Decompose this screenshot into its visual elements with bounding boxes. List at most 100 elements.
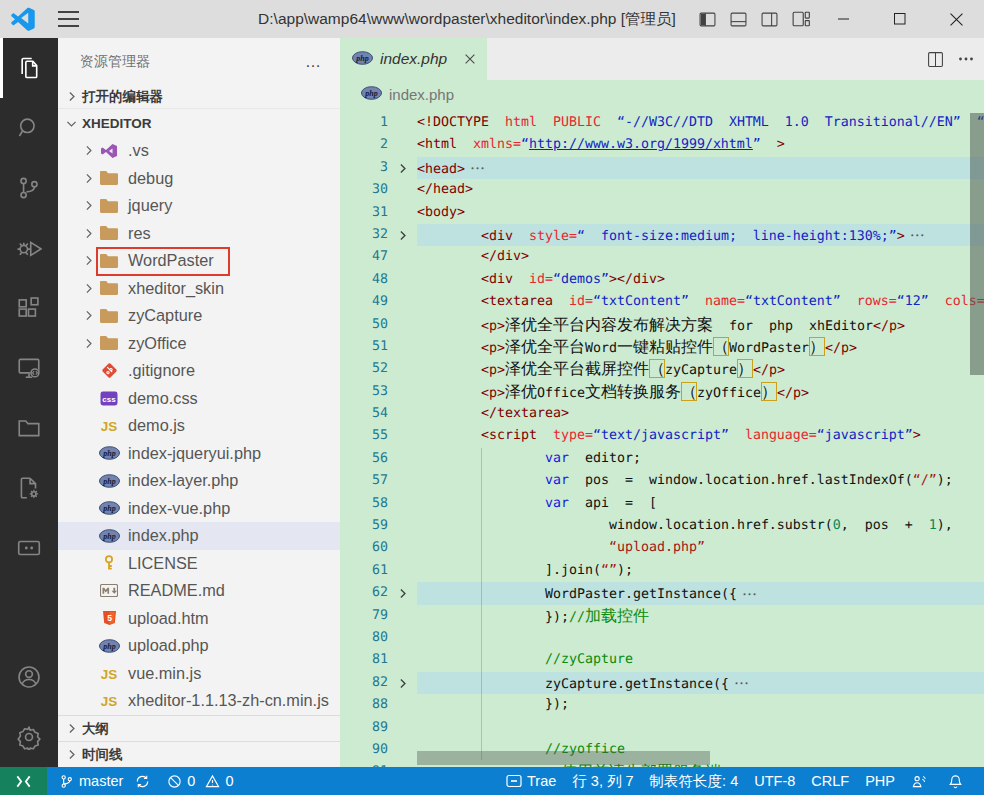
tree-file-.gitignore[interactable]: .gitignore — [58, 357, 340, 385]
line-number: 62 — [340, 582, 388, 604]
tree-folder-xheditor_skin[interactable]: xheditor_skin — [58, 275, 340, 303]
code-line-55[interactable]: 55 <script type=“text/javascript” langua… — [340, 425, 984, 447]
activity-item-file-settings[interactable] — [0, 458, 58, 518]
activity-item-remote-explorer[interactable] — [0, 338, 58, 398]
status-branch[interactable]: master — [59, 773, 123, 789]
code-line-88[interactable]: 88 }); — [340, 694, 984, 716]
code-line-52[interactable]: 52 <p>泽优全平台截屏控件（zyCapture）</p> — [340, 358, 984, 380]
code-line-81[interactable]: 81 //zyCapture — [340, 649, 984, 671]
activity-item-explorer[interactable] — [0, 38, 58, 98]
breadcrumb-item[interactable]: index.php — [389, 86, 454, 103]
code-line-3[interactable]: 3<head>… — [340, 157, 984, 179]
code-line-47[interactable]: 47 </div> — [340, 246, 984, 268]
toggle-panel-icon[interactable] — [723, 0, 754, 38]
tree-file-index-layer.php[interactable]: phpindex-layer.php — [58, 467, 340, 495]
fold-chevron-icon[interactable] — [396, 672, 412, 695]
code-line-31[interactable]: 31<body> — [340, 202, 984, 224]
maximize-button[interactable] — [872, 0, 928, 38]
activity-item-run-debug[interactable] — [0, 218, 58, 278]
tree-file-demo.css[interactable]: cssdemo.css — [58, 385, 340, 413]
tree-file-index.php[interactable]: phpindex.php — [58, 522, 340, 550]
breadcrumb[interactable]: php index.php — [340, 80, 984, 108]
code-line-32[interactable]: 32 <div style=“ font-size:medium; line-h… — [340, 224, 984, 246]
customize-layout-icon[interactable] — [785, 0, 816, 38]
code-line-61[interactable]: 61 ].join(“”); — [340, 560, 984, 582]
code-line-30[interactable]: 30</head> — [340, 179, 984, 201]
tree-folder-WordPaster[interactable]: WordPaster — [58, 247, 340, 275]
code-line-82[interactable]: 82 zyCapture.getInstance({… — [340, 672, 984, 694]
code-line-53[interactable]: 53 <p>泽优Office文档转换服务（zyOffice）</p> — [340, 381, 984, 403]
code-line-59[interactable]: 59 window.location.href.substr(0, pos + … — [340, 515, 984, 537]
tree-file-xheditor-1.1.13-zh-cn.min.js[interactable]: JSxheditor-1.1.13-zh-cn.min.js — [58, 687, 340, 715]
status-problems[interactable]: 00 — [167, 773, 233, 789]
code-line-56[interactable]: 56 var editor; — [340, 448, 984, 470]
code-line-60[interactable]: 60 “upload.php” — [340, 537, 984, 559]
vertical-scrollbar[interactable] — [970, 113, 984, 375]
tree-file-README.md[interactable]: README.md — [58, 577, 340, 605]
status-trae[interactable]: Trae — [506, 773, 556, 789]
fold-chevron-icon[interactable] — [396, 582, 412, 605]
tree-file-LICENSE[interactable]: LICENSE — [58, 550, 340, 578]
tab-close-icon[interactable] — [463, 52, 477, 66]
status-encoding[interactable]: UTF-8 — [754, 773, 795, 789]
outline-section[interactable]: 大纲 — [58, 715, 340, 741]
tree-file-index-jqueryui.php[interactable]: phpindex-jqueryui.php — [58, 440, 340, 468]
code-line-49[interactable]: 49 <textarea id=“txtContent” name=“txtCo… — [340, 291, 984, 313]
code-line-62[interactable]: 62 WordPaster.getInstance({… — [340, 582, 984, 604]
folder-file-icon — [98, 252, 120, 270]
split-editor-icon[interactable] — [927, 51, 944, 68]
status-sync[interactable] — [135, 774, 155, 789]
code-line-2[interactable]: 2<html xmlns=“http://www.w3.org/1999/xht… — [340, 134, 984, 156]
tree-file-demo.js[interactable]: JSdemo.js — [58, 412, 340, 440]
minimize-button[interactable] — [816, 0, 872, 38]
tree-folder-zyCapture[interactable]: zyCapture — [58, 302, 340, 330]
status-cursor-position[interactable]: 行 3, 列 7 — [572, 772, 633, 791]
code-line-54[interactable]: 54 </textarea> — [340, 403, 984, 425]
activity-item-settings[interactable] — [0, 707, 58, 767]
open-editors-section[interactable]: 打开的编辑器 — [58, 85, 340, 109]
code-line-58[interactable]: 58 var api = [ — [340, 493, 984, 515]
activity-item-accounts[interactable] — [0, 647, 58, 707]
tree-file-index-vue.php[interactable]: phpindex-vue.php — [58, 495, 340, 523]
toggle-secondary-sidebar-icon[interactable] — [754, 0, 785, 38]
tree-folder-.vs[interactable]: .vs — [58, 137, 340, 165]
activity-item-panel-view[interactable] — [0, 518, 58, 578]
folder-file-icon — [98, 307, 120, 325]
explorer-actions-icon[interactable]: … — [301, 53, 326, 71]
tree-folder-res[interactable]: res — [58, 220, 340, 248]
fold-chevron-icon[interactable] — [396, 157, 412, 180]
code-editor[interactable]: 1<!DOCTYPE html PUBLIC “-//W3C//DTD XHTM… — [340, 112, 984, 767]
status-tab-size[interactable]: 制表符长度: 4 — [650, 772, 739, 791]
code-line-79[interactable]: 79 });//加载控件 — [340, 605, 984, 627]
code-line-48[interactable]: 48 <div id=“demos”></div> — [340, 269, 984, 291]
tree-file-upload.htm[interactable]: 5upload.htm — [58, 605, 340, 633]
activity-item-extensions[interactable] — [0, 278, 58, 338]
status-notifications[interactable] — [948, 774, 968, 789]
tree-folder-jquery[interactable]: jquery — [58, 192, 340, 220]
activity-item-folder-view[interactable] — [0, 398, 58, 458]
status-feedback[interactable] — [911, 774, 932, 789]
code-line-51[interactable]: 51 <p>泽优全平台Word一键粘贴控件（WordPaster）</p> — [340, 336, 984, 358]
close-button[interactable] — [928, 0, 984, 38]
tree-file-upload.php[interactable]: phpupload.php — [58, 632, 340, 660]
code-line-80[interactable]: 80 — [340, 627, 984, 649]
code-line-50[interactable]: 50 <p>泽优全平台内容发布解决方案 for php xhEditor</p> — [340, 314, 984, 336]
tree-file-vue.min.js[interactable]: JSvue.min.js — [58, 660, 340, 688]
fold-chevron-icon[interactable] — [396, 224, 412, 247]
toggle-sidebar-icon[interactable] — [692, 0, 723, 38]
tab-index-php[interactable]: php index.php — [340, 38, 487, 80]
status-language-mode[interactable]: PHP — [865, 773, 895, 789]
root-folder-section[interactable]: XHEDITOR — [58, 109, 340, 137]
remote-indicator[interactable] — [0, 767, 47, 795]
status-eol[interactable]: CRLF — [811, 773, 849, 789]
activity-item-search[interactable] — [0, 98, 58, 158]
more-actions-icon[interactable] — [958, 51, 974, 67]
tree-folder-zyOffice[interactable]: zyOffice — [58, 330, 340, 358]
code-line-1[interactable]: 1<!DOCTYPE html PUBLIC “-//W3C//DTD XHTM… — [340, 112, 984, 134]
timeline-section[interactable]: 时间线 — [58, 741, 340, 767]
code-line-89[interactable]: 89 — [340, 717, 984, 739]
tree-folder-debug[interactable]: debug — [58, 165, 340, 193]
code-line-57[interactable]: 57 var pos = window.location.href.lastIn… — [340, 470, 984, 492]
horizontal-scrollbar[interactable] — [417, 751, 710, 765]
activity-item-source-control[interactable] — [0, 158, 58, 218]
